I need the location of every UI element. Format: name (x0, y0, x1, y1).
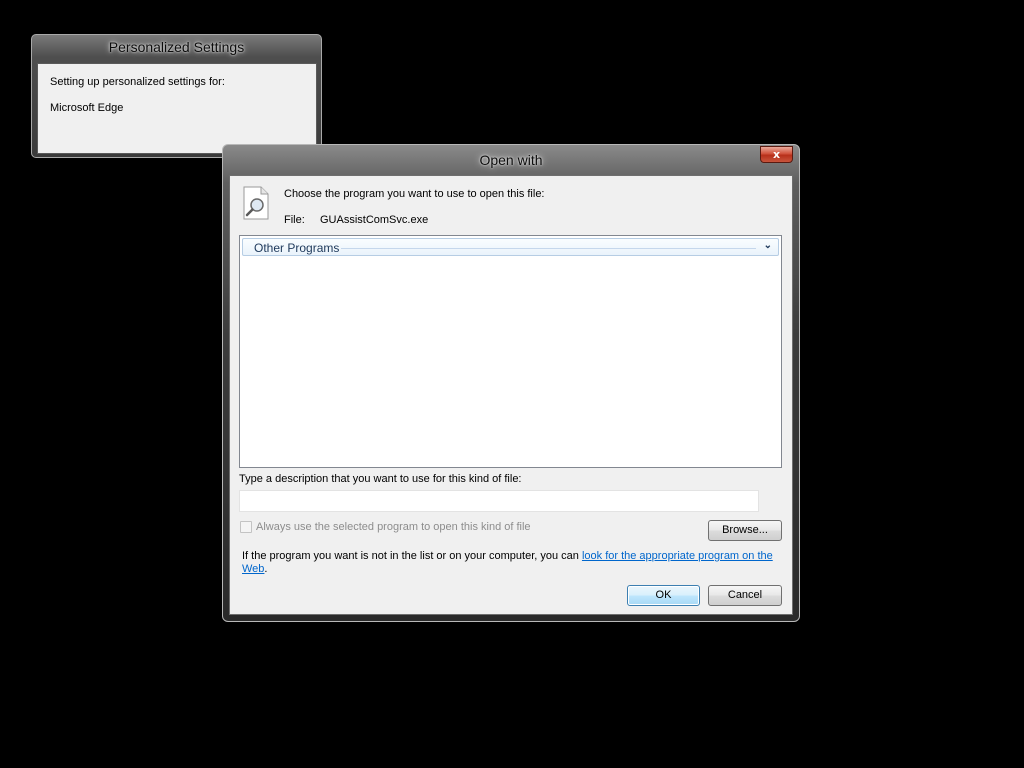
open-with-dialog: Open with x Choose the program you want … (222, 144, 800, 622)
close-icon: x (772, 148, 781, 161)
info-text-suffix: . (264, 563, 268, 575)
app-name: Microsoft Edge (50, 102, 124, 114)
group-divider (341, 248, 756, 249)
info-text-prefix: If the program you want is not in the li… (242, 550, 582, 562)
file-name: GUAssistComSvc.exe (320, 214, 429, 226)
info-text: If the program you want is not in the li… (242, 550, 782, 576)
dialog-prompt: Choose the program you want to use to op… (284, 188, 545, 200)
status-message: Setting up personalized settings for: (50, 76, 225, 88)
dialog-content: Choose the program you want to use to op… (229, 175, 793, 615)
dialog-title: Open with (479, 152, 543, 168)
window-title: Personalized Settings (108, 39, 245, 55)
personalized-settings-window: Personalized Settings Setting up persona… (31, 34, 322, 158)
file-label: File: (284, 214, 305, 226)
close-button[interactable]: x (760, 146, 793, 163)
file-search-icon (243, 186, 269, 220)
group-header-other-programs[interactable]: Other Programs ⌄ (242, 238, 779, 256)
cancel-button[interactable]: Cancel (708, 585, 782, 606)
program-list[interactable]: Other Programs ⌄ (239, 235, 782, 468)
browse-button[interactable]: Browse... (708, 520, 782, 541)
chevron-down-icon[interactable]: ⌄ (764, 240, 772, 251)
window-content: Setting up personalized settings for: Mi… (37, 63, 317, 154)
description-input[interactable] (239, 490, 759, 512)
ok-button[interactable]: OK (627, 585, 700, 606)
always-use-checkbox[interactable] (240, 521, 252, 533)
always-use-label: Always use the selected program to open … (256, 521, 531, 533)
group-label: Other Programs (254, 241, 340, 255)
description-label: Type a description that you want to use … (239, 473, 522, 485)
